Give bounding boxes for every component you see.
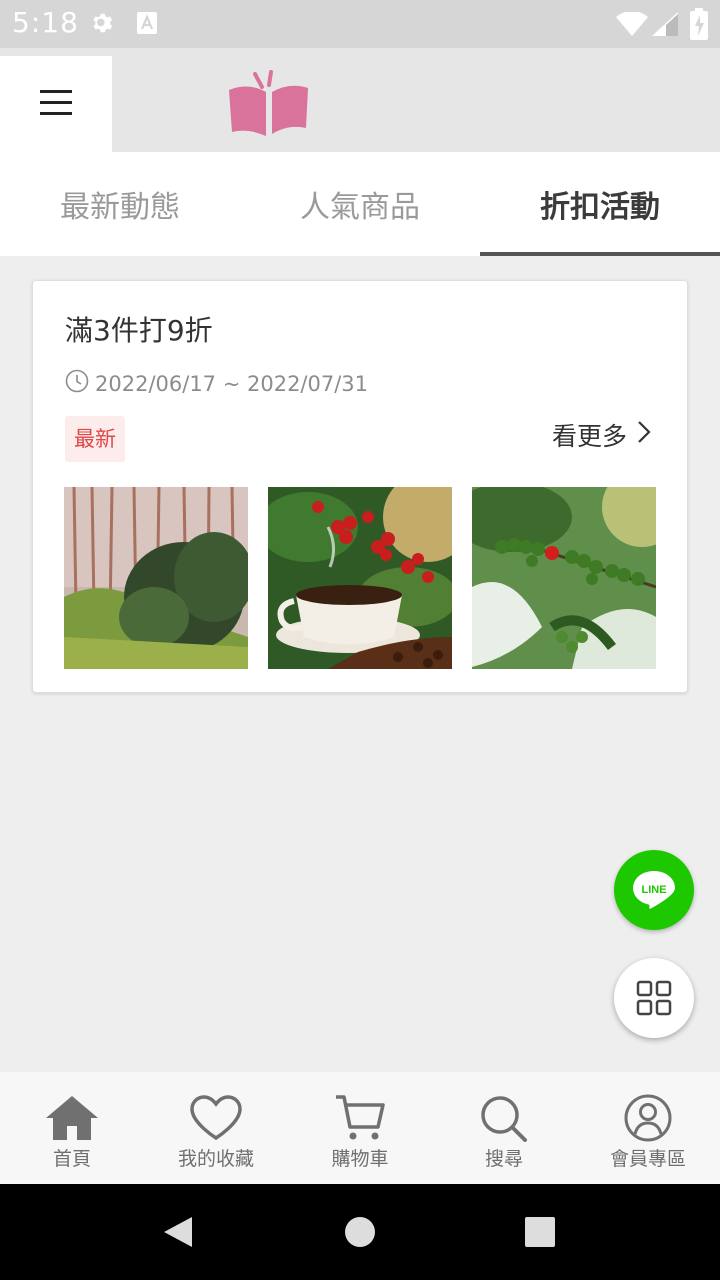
promo-title: 滿3件打9折 bbox=[65, 314, 213, 347]
clock-icon bbox=[65, 369, 89, 398]
recents-button[interactable] bbox=[500, 1184, 580, 1280]
settings-icon bbox=[90, 10, 116, 40]
promo-date-text: 2022/06/17 ~ 2022/07/31 bbox=[95, 371, 369, 396]
menu-button[interactable] bbox=[0, 56, 112, 152]
user-icon bbox=[624, 1094, 672, 1142]
promo-image-coffee-plantation[interactable] bbox=[64, 487, 248, 669]
wifi-icon bbox=[616, 10, 648, 40]
signal-icon bbox=[652, 12, 678, 40]
home-button[interactable] bbox=[320, 1184, 400, 1280]
nav-home-label: 首頁 bbox=[52, 1148, 91, 1170]
back-icon bbox=[164, 1217, 192, 1247]
nav-cart[interactable]: 購物車 bbox=[288, 1072, 432, 1184]
circle-home-icon bbox=[345, 1217, 375, 1247]
home-icon bbox=[46, 1096, 98, 1140]
back-button[interactable] bbox=[138, 1184, 218, 1280]
category-tabs: 最新動態 人氣商品 折扣活動 bbox=[0, 152, 720, 256]
bottom-nav: 首頁 我的收藏 購物車 搜尋 會員專區 bbox=[0, 1072, 720, 1184]
search-icon bbox=[481, 1096, 527, 1142]
tab-latest-news[interactable]: 最新動態 bbox=[0, 152, 240, 256]
tab-popular-products[interactable]: 人氣商品 bbox=[240, 152, 480, 256]
grid-icon bbox=[636, 980, 672, 1016]
nav-search-label: 搜尋 bbox=[484, 1148, 523, 1170]
gift-logo[interactable] bbox=[226, 70, 312, 142]
square-recents-icon bbox=[525, 1217, 555, 1247]
nav-member-label: 會員專區 bbox=[609, 1148, 686, 1170]
font-icon bbox=[136, 10, 158, 40]
nav-favorites[interactable]: 我的收藏 bbox=[144, 1072, 288, 1184]
battery-icon bbox=[690, 8, 708, 44]
status-time: 5:18 bbox=[12, 6, 79, 39]
nav-home[interactable]: 首頁 bbox=[0, 1072, 144, 1184]
promo-card[interactable]: 滿3件打9折 2022/06/17 ~ 2022/07/31 最新 看更多 bbox=[32, 280, 688, 693]
grid-menu-button[interactable] bbox=[614, 958, 694, 1038]
hamburger-icon bbox=[39, 88, 73, 120]
see-more-link[interactable]: 看更多 bbox=[552, 417, 651, 453]
line-label: LINE bbox=[641, 884, 666, 896]
heart-icon bbox=[190, 1095, 242, 1141]
app-header bbox=[0, 48, 720, 152]
status-bar: 5:18 bbox=[0, 0, 720, 48]
line-icon: LINE bbox=[633, 871, 675, 909]
new-badge: 最新 bbox=[65, 416, 125, 462]
see-more-label: 看更多 bbox=[551, 422, 627, 451]
chevron-right-icon bbox=[637, 420, 651, 450]
promo-image-coffee-cherries[interactable] bbox=[472, 487, 656, 669]
nav-search[interactable]: 搜尋 bbox=[432, 1072, 576, 1184]
line-chat-button[interactable]: LINE bbox=[614, 850, 694, 930]
cart-icon bbox=[336, 1095, 385, 1140]
nav-favorites-label: 我的收藏 bbox=[177, 1148, 254, 1170]
promo-date: 2022/06/17 ~ 2022/07/31 bbox=[65, 369, 368, 398]
tab-discount-events[interactable]: 折扣活動 bbox=[480, 152, 720, 256]
promo-image-coffee-cup[interactable] bbox=[268, 487, 452, 669]
nav-member[interactable]: 會員專區 bbox=[576, 1072, 720, 1184]
system-nav-bar bbox=[0, 1184, 720, 1280]
nav-cart-label: 購物車 bbox=[331, 1148, 389, 1170]
